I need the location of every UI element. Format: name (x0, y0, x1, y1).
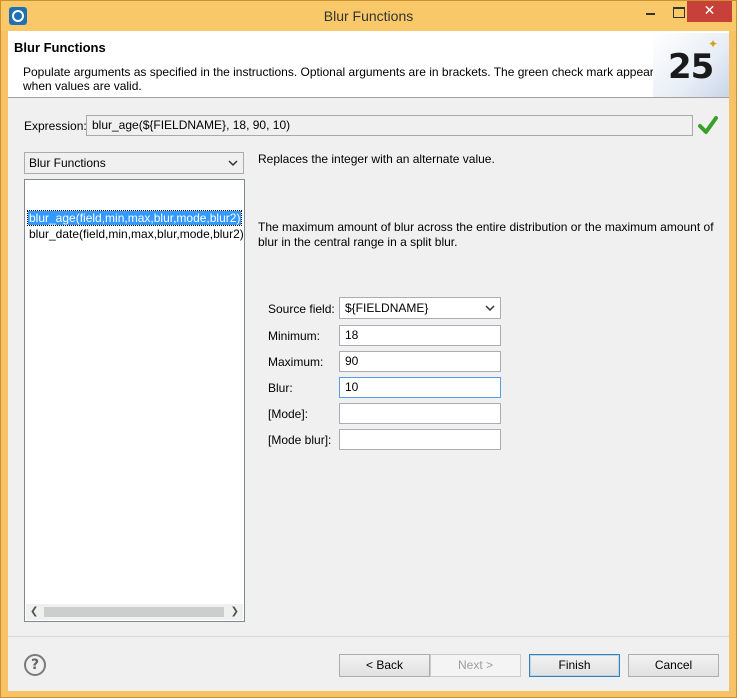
finish-button[interactable]: Finish (529, 654, 620, 677)
expression-label: Expression: (24, 119, 87, 133)
scroll-right-icon[interactable]: ❯ (231, 606, 239, 617)
minimum-input[interactable]: 18 (339, 325, 501, 346)
dialog-window: Blur Functions ✕ Blur Functions Populate… (0, 0, 737, 698)
category-combo-value: Blur Functions (29, 156, 106, 170)
source-field-value: ${FIELDNAME} (345, 301, 429, 315)
page-title: Blur Functions (14, 40, 106, 55)
blur-label: Blur: (268, 381, 293, 395)
dialog-body: Blur Functions Populate arguments as spe… (8, 31, 729, 691)
minimize-button[interactable] (636, 1, 664, 22)
help-icon[interactable]: ? (24, 654, 46, 676)
next-button[interactable]: Next > (430, 654, 521, 677)
function-list[interactable]: blur_age(field,min,max,blur,mode,blur2) … (24, 179, 245, 622)
minimum-label: Minimum: (268, 329, 321, 343)
argument-help: The maximum amount of blur across the en… (258, 220, 714, 249)
footer-divider (8, 636, 729, 637)
source-field-label: Source field: (268, 302, 335, 316)
list-item[interactable]: blur_age(field,min,max,blur,mode,blur2) (26, 210, 243, 226)
title-bar[interactable]: Blur Functions ✕ (1, 1, 736, 31)
function-summary: Replaces the integer with an alternate v… (258, 152, 495, 166)
cancel-button[interactable]: Cancel (628, 654, 719, 677)
banner-image: ✦ 25 (653, 33, 729, 97)
mode-blur-input[interactable] (339, 429, 501, 450)
close-button[interactable]: ✕ (687, 1, 732, 22)
back-button[interactable]: < Back (339, 654, 430, 677)
expression-field: blur_age(${FIELDNAME}, 18, 90, 10) (86, 115, 693, 136)
wizard-header: Blur Functions Populate arguments as spe… (8, 31, 729, 98)
category-combo[interactable]: Blur Functions (24, 152, 244, 174)
scrollbar-thumb[interactable] (44, 607, 224, 617)
maximum-input[interactable]: 90 (339, 351, 501, 372)
blur-input[interactable]: 10 (339, 377, 501, 398)
chevron-down-icon (485, 305, 495, 312)
mode-input[interactable] (339, 403, 501, 424)
horizontal-scrollbar[interactable]: ❮ ❯ (26, 604, 243, 620)
banner-number: 25 (668, 47, 714, 87)
maximum-label: Maximum: (268, 355, 324, 369)
check-icon (698, 116, 718, 134)
list-item[interactable]: blur_date(field,min,max,blur,mode,blur2) (28, 227, 245, 241)
chevron-down-icon (228, 160, 238, 167)
source-field-select[interactable]: ${FIELDNAME} (339, 297, 501, 319)
page-description: Populate arguments as specified in the i… (23, 65, 660, 93)
mode-blur-label: [Mode blur]: (268, 433, 332, 447)
scroll-left-icon[interactable]: ❮ (30, 606, 38, 617)
window-title: Blur Functions (323, 8, 414, 24)
mode-label: [Mode]: (268, 407, 309, 421)
